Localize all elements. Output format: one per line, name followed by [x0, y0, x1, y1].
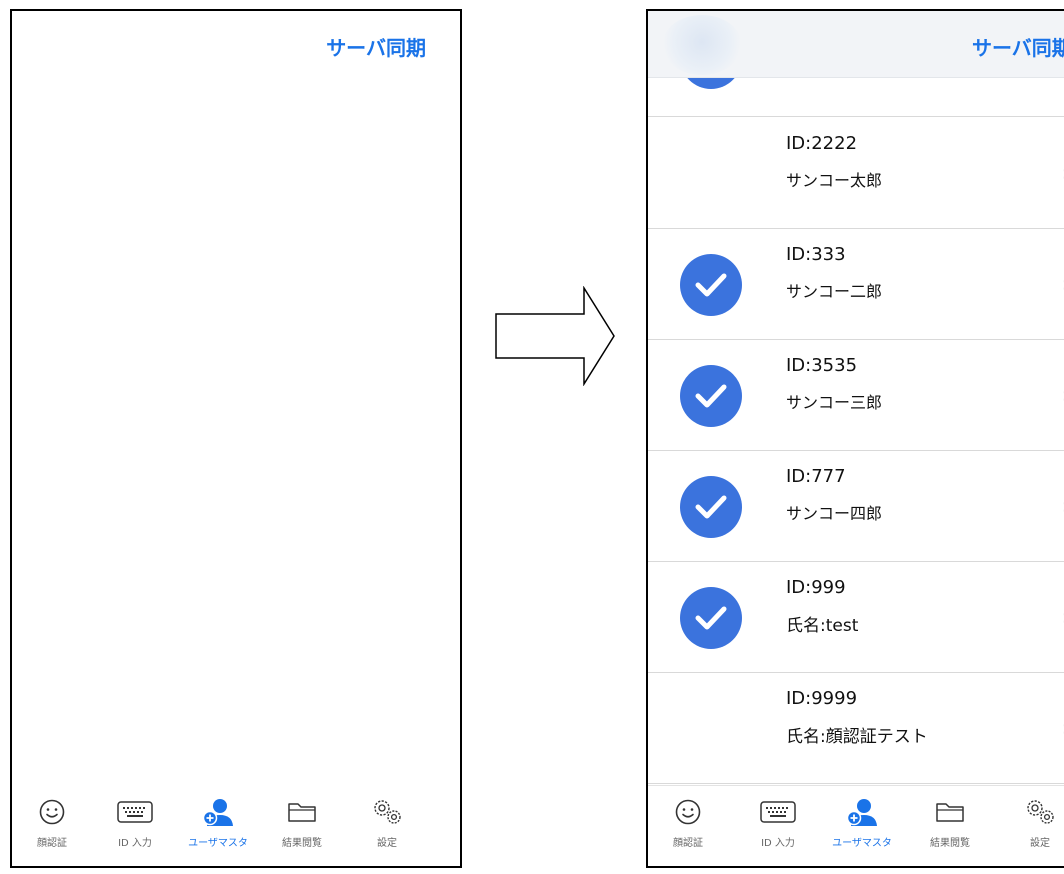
- tab-label: 結果閲覧: [930, 838, 970, 849]
- tab-label: ID 入力: [118, 838, 152, 849]
- tab-label: 設定: [1030, 838, 1050, 849]
- tab-bar: 顔認証 ID 入力 ユーザマスタ 結果閲覧 設定: [12, 786, 460, 866]
- tab-results[interactable]: 結果閲覧: [257, 796, 347, 849]
- smiley-face-icon: [12, 796, 97, 828]
- user-id: ID:333: [786, 244, 846, 265]
- tab-bar: 顔認証 ID 入力 ユーザマスタ 結果閲覧 設定: [648, 785, 1064, 866]
- user-id: ID:777: [786, 466, 846, 487]
- tab-user-master[interactable]: ユーザマスタ: [173, 796, 263, 849]
- tab-label: 結果閲覧: [282, 838, 322, 849]
- tab-settings[interactable]: 設定: [995, 796, 1064, 849]
- add-user-icon: [817, 796, 907, 828]
- folder-icon: [905, 796, 995, 828]
- user-list-screen: ID:2222 サンコー太郎 › ID:333 サンコー二郎 › ID:3535…: [646, 9, 1064, 868]
- user-row[interactable]: ID:3535 サンコー三郎 ›: [648, 339, 1064, 451]
- check-icon: [680, 476, 742, 538]
- tab-face-auth[interactable]: 顔認証: [648, 796, 733, 849]
- user-row[interactable]: ID:999 氏名:test ›: [648, 561, 1064, 673]
- server-sync-button[interactable]: サーバ同期: [972, 32, 1064, 61]
- keyboard-icon: [733, 796, 823, 828]
- tab-face-auth[interactable]: 顔認証: [12, 796, 97, 849]
- tab-results[interactable]: 結果閲覧: [905, 796, 995, 849]
- nav-header: サーバ同期: [648, 11, 1064, 78]
- user-row[interactable]: ID:333 サンコー二郎 ›: [648, 228, 1064, 340]
- user-name: サンコー太郎: [786, 171, 883, 190]
- tab-label: 設定: [377, 838, 397, 849]
- tab-user-master[interactable]: ユーザマスタ: [817, 796, 907, 849]
- user-id: ID:9999: [786, 688, 858, 709]
- user-row[interactable]: ID:2222 サンコー太郎 ›: [648, 117, 1064, 229]
- check-icon: [680, 254, 742, 316]
- user-id: ID:999: [786, 577, 846, 598]
- user-row[interactable]: ID:777 サンコー四郎 ›: [648, 450, 1064, 562]
- user-name: 氏名:test: [786, 616, 859, 636]
- user-name: 氏名:顔認証テスト: [786, 727, 928, 747]
- add-user-icon: [173, 796, 263, 828]
- server-sync-button[interactable]: サーバ同期: [326, 32, 426, 61]
- tab-label: ユーザマスタ: [832, 838, 892, 849]
- check-icon: [680, 365, 742, 427]
- tab-id-input[interactable]: ID 入力: [733, 796, 823, 849]
- check-icon: [680, 587, 742, 649]
- tab-label: 顔認証: [37, 838, 67, 849]
- tab-label: 顔認証: [673, 838, 703, 849]
- header-decoration: [662, 15, 742, 75]
- tab-label: ID 入力: [761, 838, 795, 849]
- tab-id-input[interactable]: ID 入力: [90, 796, 180, 849]
- folder-icon: [257, 796, 347, 828]
- gears-icon: [995, 796, 1064, 828]
- user-name: サンコー四郎: [786, 504, 883, 523]
- user-id: ID:2222: [786, 133, 858, 154]
- user-name: サンコー三郎: [786, 393, 883, 412]
- user-row[interactable]: ID:9999 氏名:顔認証テスト ›: [648, 672, 1064, 784]
- tab-settings[interactable]: 設定: [342, 796, 432, 849]
- user-id: ID:3535: [786, 355, 858, 376]
- keyboard-icon: [90, 796, 180, 828]
- right-arrow-icon: [495, 286, 615, 386]
- smiley-face-icon: [648, 796, 733, 828]
- gears-icon: [342, 796, 432, 828]
- tab-label: ユーザマスタ: [188, 838, 248, 849]
- empty-screen: サーバ同期 顔認証 ID 入力 ユーザマスタ 結果閲覧 設定: [10, 9, 462, 868]
- user-name: サンコー二郎: [786, 282, 883, 301]
